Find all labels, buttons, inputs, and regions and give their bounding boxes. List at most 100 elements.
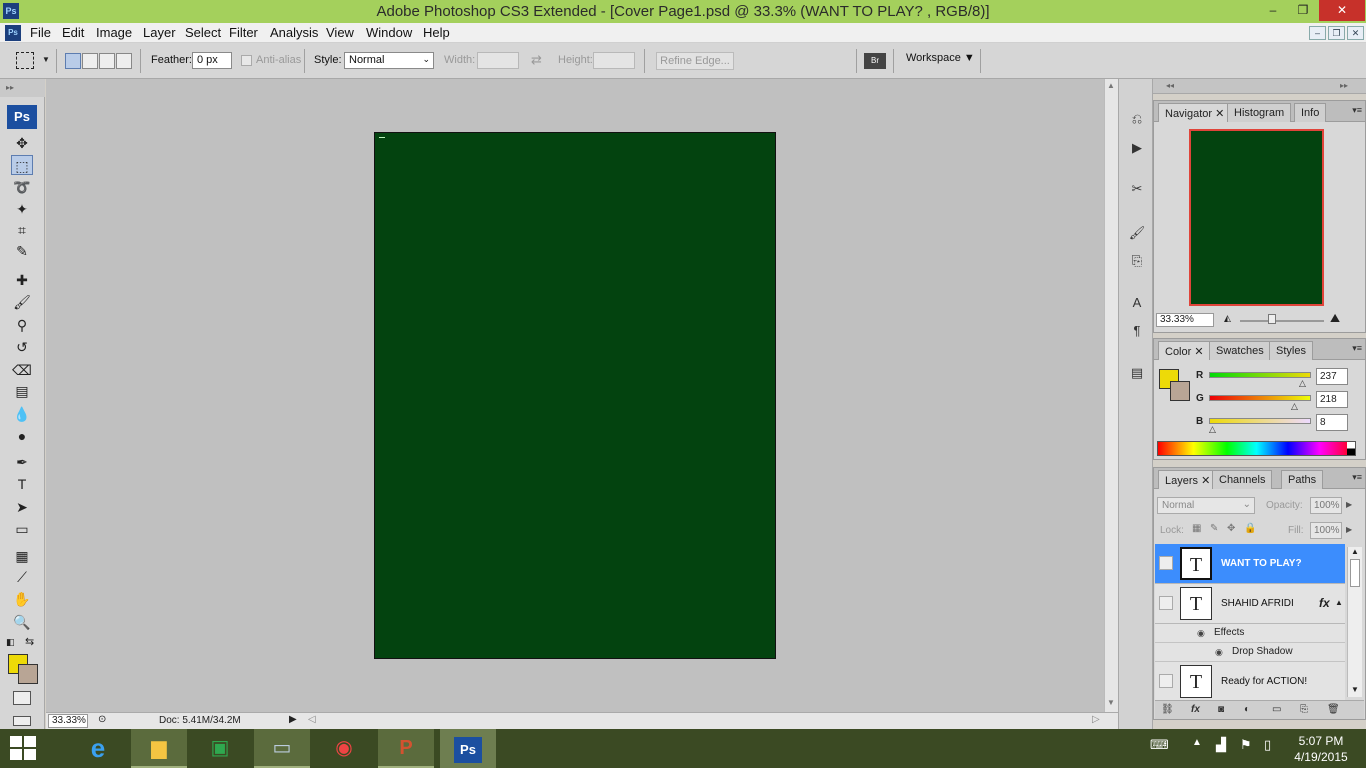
marquee-preset-icon[interactable] (16, 52, 34, 69)
eraser-tool[interactable]: ⌫ (11, 360, 33, 380)
maximize-button[interactable]: ❐ (1289, 0, 1317, 21)
layer-row[interactable]: T Ready for ACTION! (1155, 662, 1345, 702)
layer-visibility-toggle[interactable] (1159, 556, 1173, 570)
store-icon[interactable]: ▣ (192, 729, 248, 768)
tab-swatches[interactable]: Swatches (1209, 341, 1271, 360)
document-canvas[interactable] (374, 132, 776, 659)
menu-edit[interactable]: Edit (62, 25, 84, 40)
brush-tool[interactable]: 🖌 (11, 292, 33, 312)
photoshop-logo[interactable]: Ps (7, 105, 37, 129)
scroll-thumb[interactable] (1350, 559, 1360, 587)
opacity-input[interactable]: 100% (1310, 497, 1342, 514)
status-options-icon[interactable]: ⊙ (98, 714, 106, 725)
crop-tool[interactable]: ⌗ (11, 220, 33, 240)
move-tool[interactable]: ✥ (11, 133, 33, 153)
network-icon[interactable]: ▟ (1216, 737, 1226, 753)
canvas-area[interactable] (46, 79, 1118, 712)
close-button[interactable]: ✕ (1319, 0, 1365, 21)
show-hidden-icons-icon[interactable]: ▲ (1192, 737, 1202, 748)
file-explorer-icon[interactable]: ▆ (131, 729, 187, 768)
zoom-tool[interactable]: 🔍 (11, 612, 33, 632)
canvas-vertical-scrollbar[interactable]: ▲ ▼ (1104, 79, 1118, 712)
internet-explorer-icon[interactable]: e (70, 729, 126, 768)
tab-info[interactable]: Info (1294, 103, 1327, 122)
green-value-input[interactable]: 218 (1316, 391, 1348, 408)
refine-edge-button[interactable]: Refine Edge... (656, 52, 734, 70)
black-white-swatch[interactable] (1347, 442, 1355, 455)
subtract-from-selection-button[interactable] (99, 53, 115, 69)
intersect-selection-button[interactable] (116, 53, 132, 69)
background-color-swatch[interactable] (18, 664, 38, 684)
color-spectrum-bar[interactable] (1157, 441, 1356, 456)
brushes-panel-icon[interactable]: 🖌 (1127, 223, 1147, 243)
lock-pixels-icon[interactable]: ✎ (1210, 523, 1218, 534)
quick-mask-button[interactable] (13, 691, 31, 705)
doc-restore-button[interactable]: ❐ (1328, 26, 1345, 40)
status-menu-arrow-icon[interactable]: ▶ (289, 714, 297, 725)
start-button[interactable] (10, 736, 38, 762)
new-group-icon[interactable]: ▭ (1272, 704, 1281, 715)
red-channel-slider[interactable] (1209, 372, 1311, 378)
zoom-slider-handle[interactable] (1268, 314, 1276, 324)
effects-row[interactable]: ◉ Effects (1155, 624, 1345, 643)
slice-tool[interactable]: ✎ (11, 241, 33, 261)
lock-transparency-icon[interactable]: ▦ (1192, 523, 1201, 534)
navigator-preview[interactable] (1189, 129, 1324, 306)
menu-analysis[interactable]: Analysis (270, 25, 318, 40)
action-center-flag-icon[interactable]: ⚑ (1240, 737, 1252, 753)
dodge-tool[interactable]: ● (11, 426, 33, 446)
path-selection-tool[interactable]: ➤ (11, 497, 33, 517)
clone-stamp-tool[interactable]: ⚲ (11, 315, 33, 335)
preset-dropdown-arrow-icon[interactable]: ▼ (42, 55, 50, 64)
workspace-button[interactable]: Workspace ▼ (906, 52, 975, 64)
dock-right-arrows-icon[interactable]: ▸▸ (1340, 81, 1348, 90)
panel-grip-icon[interactable]: ▸▸ (0, 79, 45, 97)
notes-tool[interactable]: ▦ (11, 546, 33, 566)
panel-menu-icon[interactable]: ▾≡ (1352, 343, 1362, 354)
layer-visibility-toggle[interactable] (1159, 674, 1173, 688)
tab-layers[interactable]: Layers ✕ (1158, 470, 1218, 489)
tab-styles[interactable]: Styles (1269, 341, 1313, 360)
layer-name[interactable]: WANT TO PLAY? (1221, 558, 1302, 569)
add-layer-style-icon[interactable]: fx (1191, 704, 1200, 715)
menu-help[interactable]: Help (423, 25, 450, 40)
scroll-down-icon[interactable]: ▼ (1351, 685, 1359, 694)
paragraph-panel-icon[interactable]: ¶ (1127, 321, 1147, 341)
navigator-zoom-slider[interactable] (1240, 320, 1324, 322)
scroll-right-icon[interactable]: ▷ (1092, 714, 1100, 725)
panel-menu-icon[interactable]: ▾≡ (1352, 472, 1362, 483)
zoom-out-icon[interactable]: ◭ (1224, 313, 1231, 324)
layer-visibility-toggle[interactable] (1159, 596, 1173, 610)
tool-presets-panel-icon[interactable]: ✂ (1127, 179, 1147, 199)
menu-view[interactable]: View (326, 25, 354, 40)
tab-navigator[interactable]: Navigator ✕ (1158, 103, 1232, 122)
height-input[interactable] (593, 52, 635, 69)
dock-left-arrows-icon[interactable]: ◂◂ (1166, 81, 1174, 90)
eyedropper-tool[interactable]: ⟋ (11, 567, 33, 587)
document-icon[interactable]: Ps (5, 25, 21, 41)
anti-alias-checkbox[interactable] (241, 55, 252, 66)
minimize-button[interactable]: – (1259, 0, 1287, 21)
scroll-down-icon[interactable]: ▼ (1107, 698, 1115, 707)
blue-value-input[interactable]: 8 (1316, 414, 1348, 431)
style-select[interactable]: Normal ⌄ (344, 52, 434, 69)
new-selection-button[interactable] (65, 53, 81, 69)
panel-menu-icon[interactable]: ▾≡ (1352, 105, 1362, 116)
keyboard-icon[interactable]: ⌨ (1150, 737, 1169, 753)
opacity-arrow-icon[interactable]: ▶ (1346, 500, 1352, 509)
gradient-tool[interactable]: ▤ (11, 381, 33, 401)
zoom-in-icon[interactable]: ⛰ (1330, 311, 1340, 326)
tab-histogram[interactable]: Histogram (1227, 103, 1292, 122)
healing-brush-tool[interactable]: ✚ (11, 270, 33, 290)
swap-dimensions-icon[interactable]: ⇄ (531, 52, 542, 68)
clock[interactable]: 5:07 PM 4/19/2015 (1288, 733, 1354, 765)
history-brush-tool[interactable]: ↺ (11, 337, 33, 357)
drop-shadow-row[interactable]: ◉ Drop Shadow (1155, 643, 1345, 662)
photoshop-taskbar-icon[interactable]: Ps (440, 729, 496, 768)
tab-channels[interactable]: Channels (1212, 470, 1273, 489)
adjustment-layer-icon[interactable]: ◐ (1244, 704, 1250, 715)
remote-desktop-icon[interactable]: ▭ (254, 729, 310, 768)
layers-scrollbar[interactable]: ▲ ▼ (1347, 547, 1362, 697)
chrome-icon[interactable]: ◉ (316, 729, 372, 768)
hand-tool[interactable]: ✋ (11, 589, 33, 609)
